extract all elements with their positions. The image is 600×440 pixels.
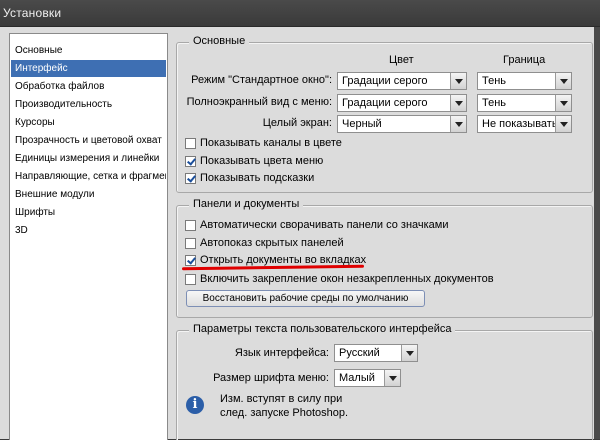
chevron-down-icon xyxy=(450,95,466,111)
row-label-fullscreen-menu: Полноэкранный вид с меню: xyxy=(186,96,332,108)
auto-show-hidden-panels-label[interactable]: Автопоказ скрытых панелей xyxy=(200,237,344,249)
chevron-down-icon xyxy=(401,345,417,361)
full-screen-color-value: Черный xyxy=(342,118,382,130)
show-menu-colors-checkbox[interactable] xyxy=(185,156,196,167)
restart-note-line1: Изм. вступят в силу при xyxy=(220,393,343,405)
row-label-standard-window: Режим "Стандартное окно": xyxy=(191,74,332,86)
auto-collapse-panels-label[interactable]: Автоматически сворачивать панели со знач… xyxy=(200,219,449,231)
standard-window-color-select[interactable]: Градации серого xyxy=(337,72,467,90)
enable-floating-docking-label[interactable]: Включить закрепление окон незакрепленных… xyxy=(200,273,494,285)
sidebar-item-3d[interactable]: 3D xyxy=(11,222,166,239)
standard-window-border-select[interactable]: Тень xyxy=(477,72,572,90)
show-menu-colors-label[interactable]: Показывать цвета меню xyxy=(200,155,323,167)
show-channels-in-color-label[interactable]: Показывать каналы в цвете xyxy=(200,137,342,149)
restart-note-line2: след. запуске Photoshop. xyxy=(220,407,349,419)
full-screen-border-value: Не показывать xyxy=(482,118,558,130)
auto-collapse-panels-checkbox[interactable] xyxy=(185,220,196,231)
fullscreen-menu-color-value: Градации серого xyxy=(342,97,428,109)
ui-font-size-label: Размер шрифта меню: xyxy=(213,372,329,384)
open-docs-as-tabs-checkbox[interactable] xyxy=(185,255,196,266)
chevron-down-icon xyxy=(555,95,571,111)
sidebar-item-cursors[interactable]: Курсоры xyxy=(11,114,166,131)
show-channels-in-color-checkbox[interactable] xyxy=(185,138,196,149)
title-bar[interactable]: Установки xyxy=(0,0,600,27)
sidebar-item-transparency[interactable]: Прозрачность и цветовой охват xyxy=(11,132,166,149)
chevron-down-icon xyxy=(450,116,466,132)
sidebar-item-performance[interactable]: Производительность xyxy=(11,96,166,113)
ui-text-group-title: Параметры текста пользовательского интер… xyxy=(189,323,456,335)
panels-group-title: Панели и документы xyxy=(189,198,304,210)
chevron-down-icon xyxy=(555,73,571,89)
standard-window-border-value: Тень xyxy=(482,75,507,87)
fullscreen-menu-color-select[interactable]: Градации серого xyxy=(337,94,467,112)
enable-floating-docking-checkbox[interactable] xyxy=(185,274,196,285)
auto-show-hidden-panels-checkbox[interactable] xyxy=(185,238,196,249)
info-icon: i xyxy=(186,396,204,414)
sidebar-item-type[interactable]: Шрифты xyxy=(11,204,166,221)
chevron-down-icon xyxy=(450,73,466,89)
window-edge xyxy=(594,27,600,439)
ui-font-size-select[interactable]: Малый xyxy=(334,369,401,387)
sidebar-item-units[interactable]: Единицы измерения и линейки xyxy=(11,150,166,167)
sidebar-item-guides[interactable]: Направляющие, сетка и фрагменты xyxy=(11,168,166,185)
dialog-body: Основные Интерфейс Обработка файлов Прои… xyxy=(0,27,600,440)
show-tooltips-checkbox[interactable] xyxy=(185,173,196,184)
chevron-down-icon xyxy=(555,116,571,132)
column-header-color: Цвет xyxy=(389,54,414,66)
fullscreen-menu-border-value: Тень xyxy=(482,97,507,109)
chevron-down-icon xyxy=(384,370,400,386)
full-screen-border-select[interactable]: Не показывать xyxy=(477,115,572,133)
ui-language-label: Язык интерфейса: xyxy=(234,347,329,359)
window-title: Установки xyxy=(3,6,62,20)
general-group-title: Основные xyxy=(189,35,250,47)
sidebar-item-interface[interactable]: Интерфейс xyxy=(11,60,166,77)
sidebar-item-file-handling[interactable]: Обработка файлов xyxy=(11,78,166,95)
show-tooltips-label[interactable]: Показывать подсказки xyxy=(200,172,314,184)
restore-workspaces-button[interactable]: Восстановить рабочие среды по умолчанию xyxy=(186,290,425,307)
column-header-border: Граница xyxy=(503,54,546,66)
fullscreen-menu-border-select[interactable]: Тень xyxy=(477,94,572,112)
category-list: Основные Интерфейс Обработка файлов Прои… xyxy=(9,33,168,440)
ui-language-select[interactable]: Русский xyxy=(334,344,418,362)
standard-window-color-value: Градации серого xyxy=(342,75,428,87)
row-label-full-screen: Целый экран: xyxy=(262,117,332,129)
full-screen-color-select[interactable]: Черный xyxy=(337,115,467,133)
sidebar-item-plugins[interactable]: Внешние модули xyxy=(11,186,166,203)
sidebar-item-general[interactable]: Основные xyxy=(11,42,166,59)
ui-language-value: Русский xyxy=(339,347,380,359)
ui-font-size-value: Малый xyxy=(339,372,375,384)
